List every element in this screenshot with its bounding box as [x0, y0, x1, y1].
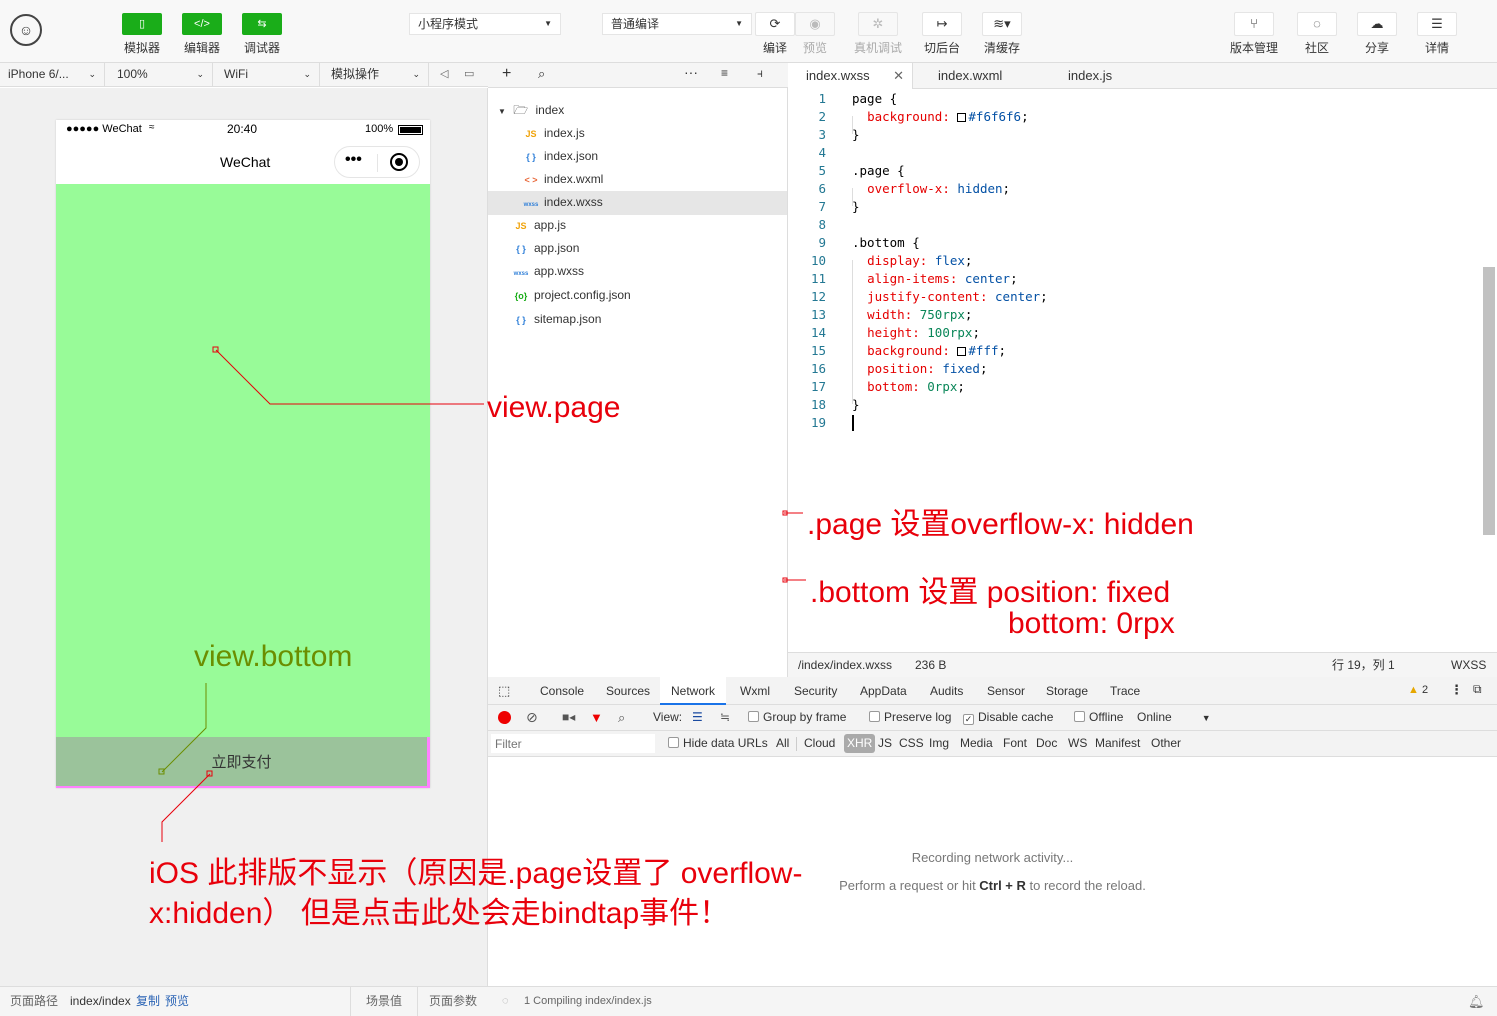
- leader-line: [161, 683, 207, 773]
- anchor-marker: [206, 770, 213, 777]
- annotation-page-note: .page 设置overflow-x: hidden: [807, 508, 1194, 541]
- leader-line: [161, 773, 211, 842]
- annotation-ios-note-1: iOS 此排版不显示（原因是.page设置了 overflow-: [149, 857, 803, 890]
- annotation-ios-note-2: x:hidden） 但是点击此处会走bindtap事件！: [149, 897, 730, 930]
- leader-line: [215, 349, 484, 405]
- annotation-view-bottom: view.bottom: [194, 640, 353, 673]
- annotation-bottom-note-2: bottom: 0rpx: [1008, 607, 1175, 640]
- anchor-marker: [158, 768, 165, 775]
- annotation-view-page: view.page: [487, 391, 621, 424]
- annotation-bottom-note-1: .bottom 设置 position: fixed: [810, 576, 1171, 609]
